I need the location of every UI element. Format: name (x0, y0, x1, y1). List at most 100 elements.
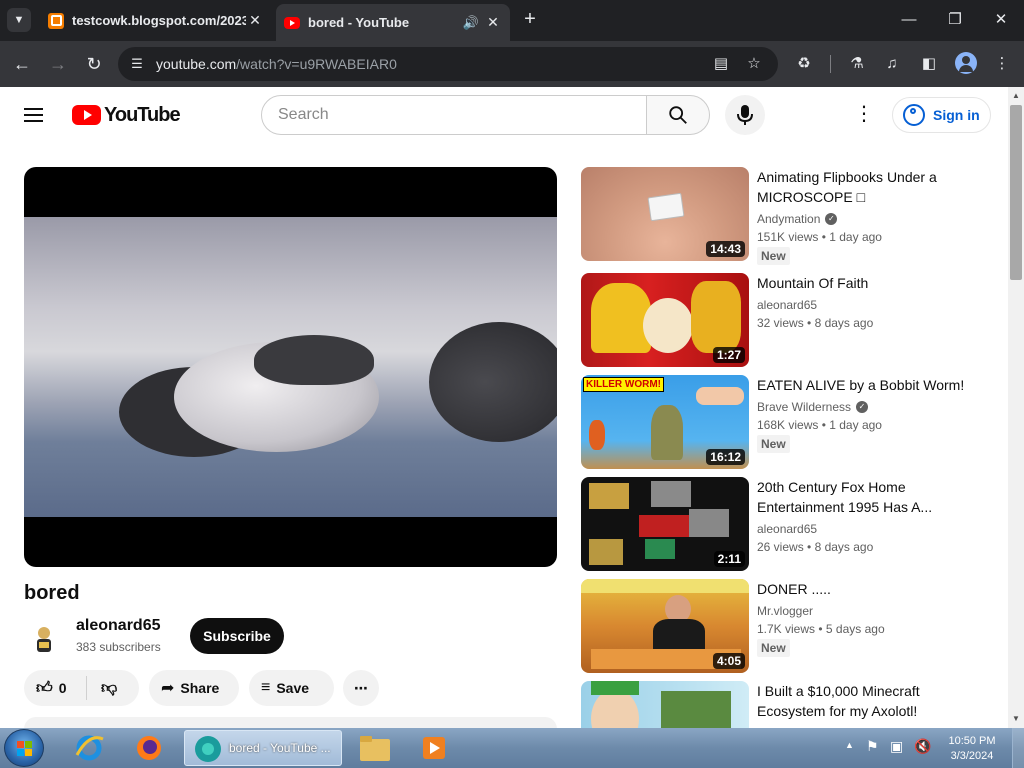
channel-avatar[interactable] (24, 619, 64, 659)
search-button[interactable] (646, 95, 710, 135)
save-button[interactable]: ≡ Save (249, 670, 334, 706)
youtube-masthead: YouTube Search ⋮ Sign in (0, 87, 1008, 143)
site-info-icon[interactable]: ☰ (126, 53, 148, 75)
volume-muted-icon[interactable]: 🔇 (914, 738, 931, 755)
video-frame (24, 217, 557, 517)
profile-avatar-icon[interactable] (955, 52, 977, 74)
video-thumbnail[interactable]: 14:43 (581, 167, 749, 261)
account-icon (903, 104, 925, 126)
internet-explorer-taskbar-icon[interactable] (66, 730, 112, 766)
more-horizontal-icon: ⋯ (354, 679, 368, 696)
new-tab-button[interactable]: + (520, 9, 540, 30)
more-actions-button[interactable]: ⋯ (343, 670, 379, 706)
network-icon[interactable]: ▣ (890, 738, 903, 755)
reload-button[interactable]: ↻ (82, 52, 106, 76)
channel-name[interactable]: aleonard65 (76, 617, 160, 635)
voice-search-button[interactable] (725, 95, 765, 135)
tab-search-button[interactable]: ▼ (7, 8, 31, 32)
youtube-logo[interactable]: YouTube (72, 104, 181, 126)
window-close-icon[interactable]: ✕ (989, 8, 1013, 32)
video-duration: 4:05 (712, 653, 745, 669)
recommendation-title[interactable]: EATEN ALIVE by a Bobbit Worm! (757, 375, 987, 395)
description-box[interactable] (24, 717, 557, 728)
recommendation-item[interactable]: I Built a $10,000 Minecraft Ecosystem for… (581, 681, 1001, 728)
view-count: 32 views (757, 316, 804, 330)
video-thumbnail[interactable]: 1:27 (581, 273, 749, 367)
title-line: DONER ..... (757, 581, 831, 597)
channel-label: aleonard65 (757, 522, 818, 536)
side-panel-icon[interactable]: ◧ (917, 52, 941, 76)
recommendation-item[interactable]: 2:11 20th Century Fox Home Entertainment … (581, 477, 1001, 571)
recommendation-channel[interactable]: aleonard65 (757, 298, 817, 312)
tab-title: bored - YouTube (308, 15, 410, 30)
title-line: I Built a $10,000 Minecraft (757, 683, 920, 699)
verified-check-icon: ✓ (856, 401, 869, 413)
recommendation-channel[interactable]: aleonard65 (757, 522, 817, 536)
recommendation-title[interactable]: Animating Flipbooks Under a MICROSCOPE □ (757, 167, 987, 207)
recommendation-title[interactable]: 20th Century Fox Home Entertainment 1995 … (757, 477, 987, 517)
hamburger-menu-icon[interactable] (24, 104, 48, 124)
recommendation-title[interactable]: I Built a $10,000 Minecraft Ecosystem for… (757, 681, 987, 721)
extensions-icon[interactable]: ♻ (792, 52, 816, 76)
bookmark-star-icon[interactable]: ☆ (743, 53, 765, 75)
tab-blogspot[interactable]: testcowk.blogspot.com/2023/0 ✕ (40, 4, 272, 37)
tab-youtube[interactable]: bored - YouTube 🔊 ✕ (276, 4, 510, 41)
close-icon[interactable]: ✕ (246, 12, 264, 29)
settings-more-icon[interactable]: ⋮ (852, 103, 876, 127)
seal-shape (254, 335, 374, 385)
video-thumbnail[interactable]: 4:05 (581, 579, 749, 673)
recommendation-item[interactable]: 1:27 Mountain Of Faith aleonard65 32 vie… (581, 273, 1001, 367)
youtube-play-logo-icon (72, 105, 101, 125)
share-button[interactable]: ➦ Share (149, 670, 239, 706)
dislike-button[interactable]: 👎︎ (87, 679, 123, 698)
scrollbar-thumb[interactable] (1010, 105, 1022, 280)
address-bar[interactable]: ☰ youtube.com/watch?v=u9RWABEIAR0 ▤ ☆ (118, 47, 778, 81)
url-text[interactable]: youtube.com/watch?v=u9RWABEIAR0 (156, 56, 397, 72)
recommendation-channel[interactable]: Brave Wilderness ✓ (757, 400, 869, 414)
page-scrollbar[interactable]: ▲ ▼ (1008, 87, 1024, 728)
youtube-window-taskbar-button[interactable]: bored - YouTube ... (184, 730, 342, 766)
video-duration: 14:43 (706, 241, 745, 257)
like-dislike-group: 👍︎ 0 👎︎ (24, 670, 139, 706)
labs-flask-icon[interactable]: ⚗ (845, 52, 869, 76)
show-desktop-button[interactable] (1012, 728, 1024, 768)
action-center-flag-icon[interactable]: ⚑ (866, 738, 879, 755)
firefox-taskbar-icon[interactable] (126, 730, 172, 766)
recommendation-item[interactable]: 4:05 DONER ..... Mr.vlogger 1.7K views •… (581, 579, 1001, 673)
forward-button[interactable]: → (46, 52, 70, 76)
chrome-menu-icon[interactable]: ⋮ (990, 52, 1014, 76)
video-player[interactable] (24, 167, 557, 567)
scroll-down-arrow-icon[interactable]: ▼ (1011, 714, 1021, 723)
recommendation-title[interactable]: DONER ..... (757, 579, 987, 599)
like-button[interactable]: 👍︎ 0 (24, 676, 87, 700)
recommendation-title[interactable]: Mountain Of Faith (757, 273, 987, 293)
close-icon[interactable]: ✕ (484, 14, 502, 31)
recommendation-channel[interactable]: Andymation ✓ (757, 212, 838, 226)
media-player-taskbar-icon[interactable] (414, 730, 454, 766)
start-button[interactable] (4, 729, 44, 767)
back-button[interactable]: ← (10, 52, 34, 76)
minimize-icon[interactable]: — (897, 8, 921, 32)
speaker-icon[interactable]: 🔊 (462, 15, 480, 31)
scroll-up-arrow-icon[interactable]: ▲ (1011, 91, 1021, 100)
video-thumbnail[interactable]: KILLER WORM! 16:12 (581, 375, 749, 469)
save-label: Save (276, 680, 310, 696)
recommendation-channel[interactable]: Mr.vlogger (757, 604, 813, 618)
upload-age: 8 days ago (814, 540, 874, 554)
video-thumbnail[interactable] (581, 681, 749, 728)
restore-icon[interactable]: ❐ (943, 8, 967, 32)
media-control-icon[interactable]: ♫ (880, 52, 904, 76)
search-input[interactable]: Search (261, 95, 647, 135)
sign-in-button[interactable]: Sign in (892, 97, 991, 133)
file-explorer-taskbar-icon[interactable] (355, 730, 395, 766)
tab-title: testcowk.blogspot.com/2023/0 (72, 13, 246, 28)
subscribe-button[interactable]: Subscribe (190, 618, 284, 654)
title-line: Mountain Of Faith (757, 275, 869, 291)
system-clock[interactable]: 10:50 PM 3/3/2024 (940, 734, 1004, 764)
show-hidden-icons-arrow[interactable]: ▲ (845, 740, 854, 750)
new-badge: New (757, 639, 790, 657)
video-thumbnail[interactable]: 2:11 (581, 477, 749, 571)
recommendation-item[interactable]: KILLER WORM! 16:12 EATEN ALIVE by a Bobb… (581, 375, 1001, 469)
install-app-icon[interactable]: ▤ (710, 53, 732, 75)
recommendation-item[interactable]: 14:43 Animating Flipbooks Under a MICROSC… (581, 167, 1001, 265)
